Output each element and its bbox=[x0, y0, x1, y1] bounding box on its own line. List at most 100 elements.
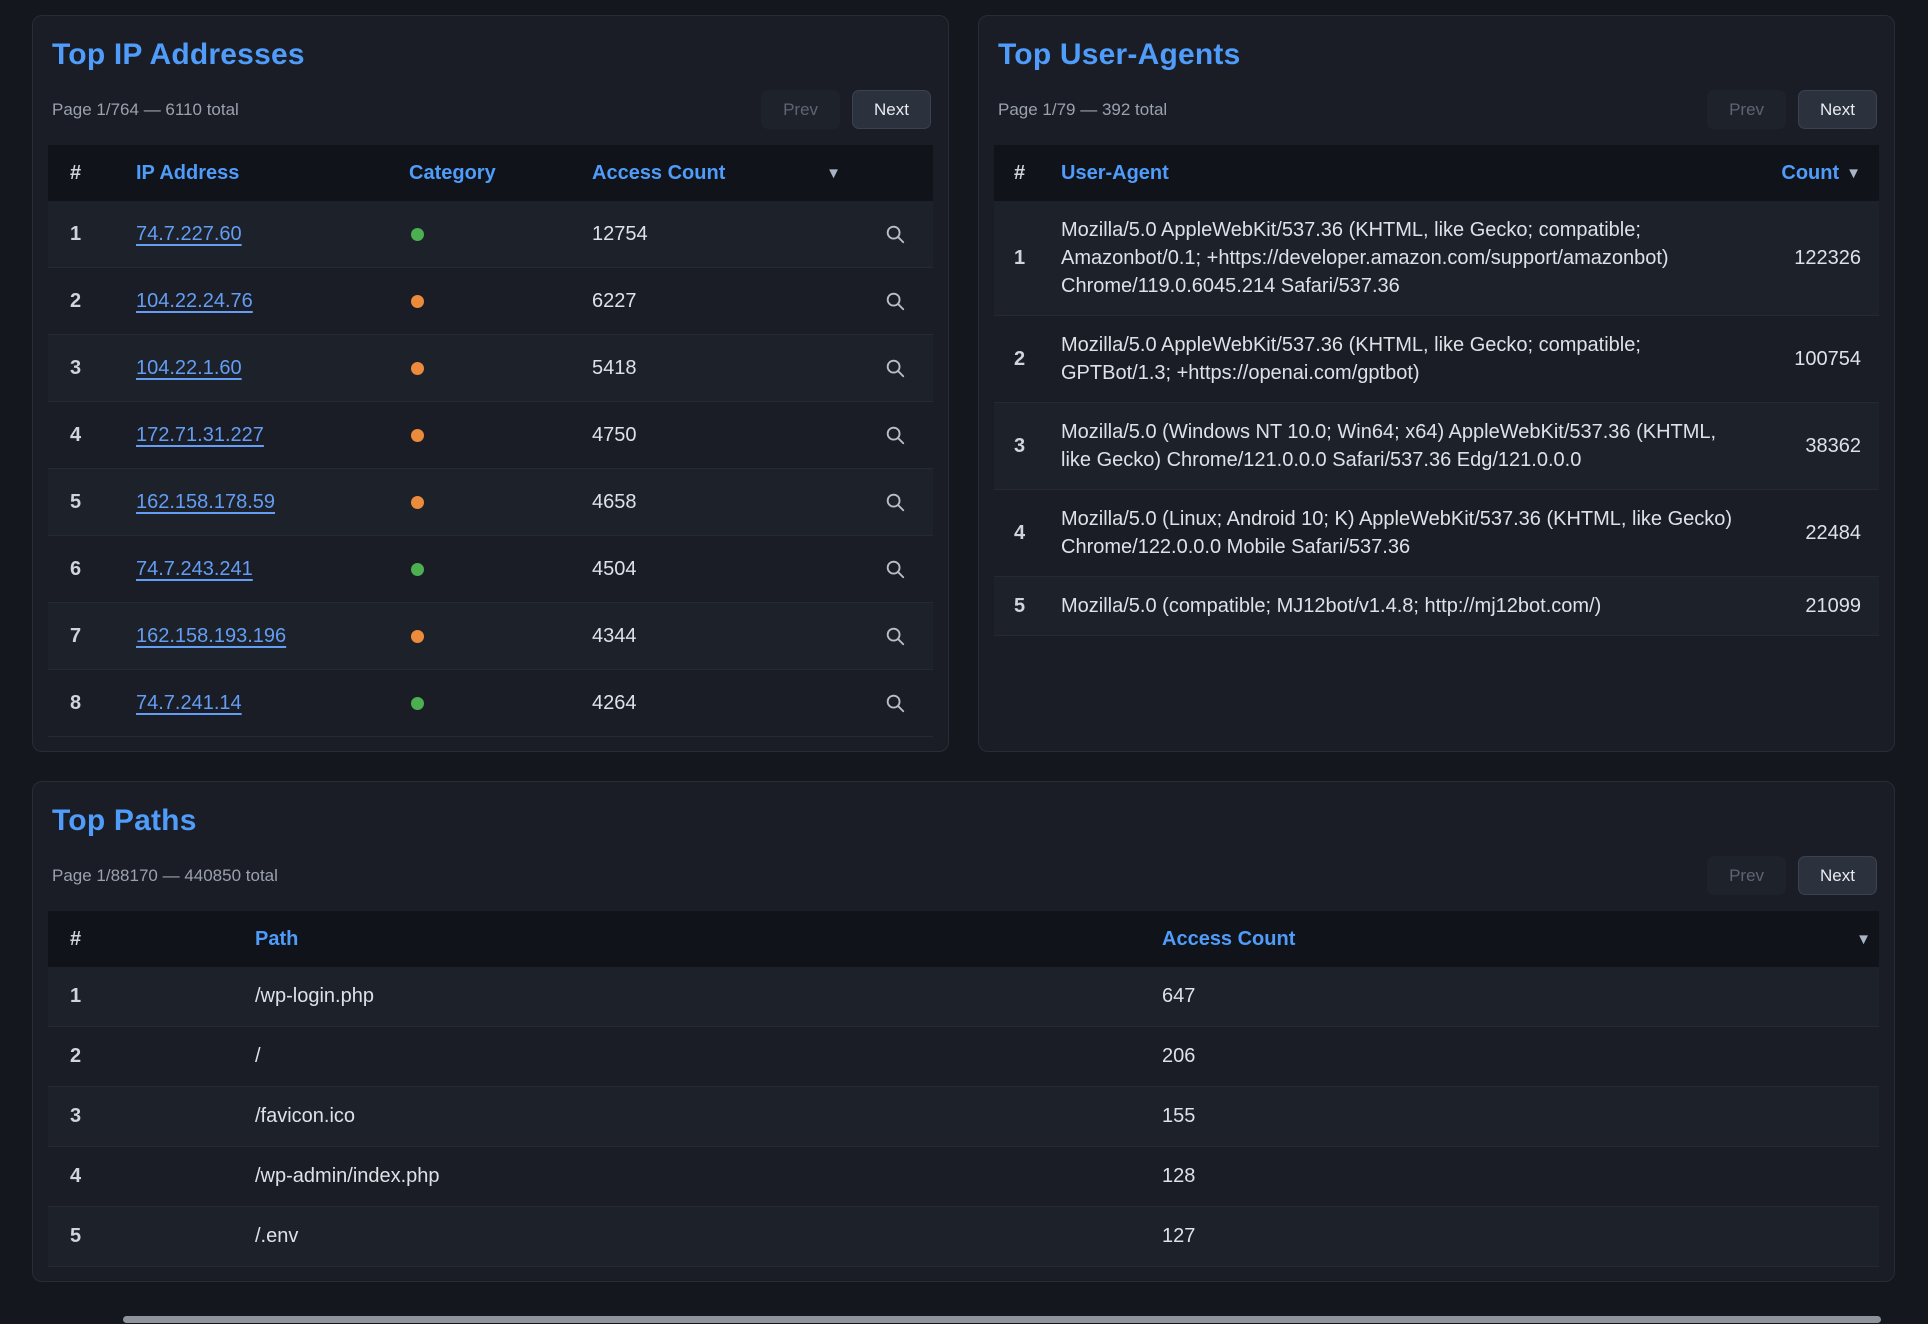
search-button[interactable] bbox=[880, 219, 910, 249]
search-button[interactable] bbox=[880, 286, 910, 316]
top-row: Top IP Addresses Page 1/764 — 6110 total… bbox=[32, 15, 1895, 752]
rank-cell: 5 bbox=[48, 491, 136, 514]
ip-link[interactable]: 162.158.193.196 bbox=[136, 625, 286, 647]
rank-cell: 1 bbox=[48, 223, 136, 246]
next-button[interactable]: Next bbox=[1798, 90, 1877, 129]
category-dot bbox=[411, 630, 424, 643]
column-header-user-agent[interactable]: User-Agent bbox=[1061, 162, 1749, 185]
paths-table: # Path Access Count ▼ 1 /wp-login.php 64… bbox=[48, 911, 1879, 1267]
path-cell: /favicon.ico bbox=[255, 1105, 1162, 1128]
table-row: 1 /wp-login.php 647 bbox=[48, 967, 1879, 1027]
rank-cell: 2 bbox=[48, 1045, 255, 1068]
column-header-access-count[interactable]: Access Count ▼ bbox=[592, 162, 857, 185]
category-dot bbox=[411, 563, 424, 576]
access-count-label: Access Count bbox=[1162, 928, 1295, 951]
sort-desc-icon[interactable]: ▼ bbox=[826, 165, 841, 182]
table-row: 8 74.7.241.14 4264 bbox=[48, 670, 933, 737]
category-dot bbox=[411, 295, 424, 308]
access-count-cell: 12754 bbox=[592, 223, 857, 246]
count-cell: 22484 bbox=[1749, 522, 1879, 545]
pager-row-paths: Page 1/88170 — 440850 total Prev Next bbox=[52, 856, 1877, 895]
prev-button[interactable]: Prev bbox=[1707, 90, 1786, 129]
rank-cell: 2 bbox=[48, 290, 136, 313]
user-agent-cell: Mozilla/5.0 (Windows NT 10.0; Win64; x64… bbox=[1061, 403, 1749, 489]
table-row: 1 Mozilla/5.0 AppleWebKit/537.36 (KHTML,… bbox=[994, 201, 1879, 316]
pager-buttons-paths: Prev Next bbox=[1707, 856, 1877, 895]
ip-table-header: # IP Address Category Access Count ▼ bbox=[48, 145, 933, 201]
search-button[interactable] bbox=[880, 420, 910, 450]
access-count-cell: 127 bbox=[1162, 1225, 1879, 1248]
table-row: 4 172.71.31.227 4750 bbox=[48, 402, 933, 469]
count-cell: 100754 bbox=[1749, 348, 1879, 371]
ip-link[interactable]: 162.158.178.59 bbox=[136, 491, 275, 513]
panel-top-ip-addresses: Top IP Addresses Page 1/764 — 6110 total… bbox=[32, 15, 949, 752]
search-icon bbox=[884, 692, 906, 714]
ip-link[interactable]: 74.7.241.14 bbox=[136, 692, 242, 714]
sort-desc-icon[interactable]: ▼ bbox=[1856, 931, 1871, 948]
prev-button[interactable]: Prev bbox=[1707, 856, 1786, 895]
ip-link[interactable]: 104.22.1.60 bbox=[136, 357, 242, 379]
next-button[interactable]: Next bbox=[1798, 856, 1877, 895]
rank-cell: 1 bbox=[994, 247, 1061, 270]
column-header-category[interactable]: Category bbox=[409, 162, 592, 185]
access-count-cell: 647 bbox=[1162, 985, 1879, 1008]
ua-table-header: # User-Agent Count ▼ bbox=[994, 145, 1879, 201]
column-header-access-count[interactable]: Access Count ▼ bbox=[1162, 928, 1879, 951]
search-button[interactable] bbox=[880, 353, 910, 383]
column-header-path[interactable]: Path bbox=[255, 928, 1162, 951]
search-icon bbox=[884, 290, 906, 312]
rank-cell: 5 bbox=[994, 595, 1061, 618]
access-count-cell: 4264 bbox=[592, 692, 857, 715]
page-info-ua: Page 1/79 — 392 total bbox=[998, 100, 1167, 120]
table-row: 2 104.22.24.76 6227 bbox=[48, 268, 933, 335]
search-icon bbox=[884, 491, 906, 513]
ip-link[interactable]: 172.71.31.227 bbox=[136, 424, 264, 446]
rank-cell: 8 bbox=[48, 692, 136, 715]
prev-button[interactable]: Prev bbox=[761, 90, 840, 129]
rank-cell: 6 bbox=[48, 558, 136, 581]
panel-title-user-agents: Top User-Agents bbox=[998, 38, 1879, 72]
search-icon bbox=[884, 558, 906, 580]
count-cell: 21099 bbox=[1749, 595, 1879, 618]
column-header-count[interactable]: Count ▼ bbox=[1749, 162, 1879, 185]
access-count-cell: 155 bbox=[1162, 1105, 1879, 1128]
horizontal-scrollbar[interactable] bbox=[0, 1315, 1928, 1324]
search-button[interactable] bbox=[880, 487, 910, 517]
user-agent-cell: Mozilla/5.0 AppleWebKit/537.36 (KHTML, l… bbox=[1061, 201, 1749, 315]
column-header-ip-address[interactable]: IP Address bbox=[136, 162, 409, 185]
sort-desc-icon[interactable]: ▼ bbox=[1846, 165, 1861, 182]
access-count-cell: 206 bbox=[1162, 1045, 1879, 1068]
page-info-paths: Page 1/88170 — 440850 total bbox=[52, 866, 278, 886]
search-button[interactable] bbox=[880, 688, 910, 718]
search-icon bbox=[884, 357, 906, 379]
path-cell: /wp-admin/index.php bbox=[255, 1165, 1162, 1188]
next-button[interactable]: Next bbox=[852, 90, 931, 129]
search-button[interactable] bbox=[880, 554, 910, 584]
ip-link[interactable]: 104.22.24.76 bbox=[136, 290, 253, 312]
count-cell: 122326 bbox=[1749, 247, 1879, 270]
search-icon bbox=[884, 625, 906, 647]
table-row: 5 Mozilla/5.0 (compatible; MJ12bot/v1.4.… bbox=[994, 577, 1879, 636]
pager-row-ip: Page 1/764 — 6110 total Prev Next bbox=[52, 90, 931, 129]
dashboard-page: Top IP Addresses Page 1/764 — 6110 total… bbox=[0, 0, 1928, 1282]
category-dot bbox=[411, 228, 424, 241]
ip-link[interactable]: 74.7.243.241 bbox=[136, 558, 253, 580]
table-row: 5 162.158.178.59 4658 bbox=[48, 469, 933, 536]
search-button[interactable] bbox=[880, 621, 910, 651]
table-row: 1 74.7.227.60 12754 bbox=[48, 201, 933, 268]
paths-table-header: # Path Access Count ▼ bbox=[48, 911, 1879, 967]
panel-title-ip: Top IP Addresses bbox=[52, 38, 933, 72]
table-row: 4 Mozilla/5.0 (Linux; Android 10; K) App… bbox=[994, 490, 1879, 577]
ip-link[interactable]: 74.7.227.60 bbox=[136, 223, 242, 245]
rank-cell: 5 bbox=[48, 1225, 255, 1248]
rank-cell: 1 bbox=[48, 985, 255, 1008]
pager-row-ua: Page 1/79 — 392 total Prev Next bbox=[998, 90, 1877, 129]
panel-top-paths: Top Paths Page 1/88170 — 440850 total Pr… bbox=[32, 781, 1895, 1282]
horizontal-scrollbar-thumb[interactable] bbox=[123, 1316, 1881, 1323]
rank-cell: 4 bbox=[48, 1165, 255, 1188]
access-count-cell: 4658 bbox=[592, 491, 857, 514]
category-dot bbox=[411, 697, 424, 710]
count-label: Count bbox=[1781, 162, 1839, 185]
rank-cell: 2 bbox=[994, 348, 1061, 371]
table-row: 3 Mozilla/5.0 (Windows NT 10.0; Win64; x… bbox=[994, 403, 1879, 490]
